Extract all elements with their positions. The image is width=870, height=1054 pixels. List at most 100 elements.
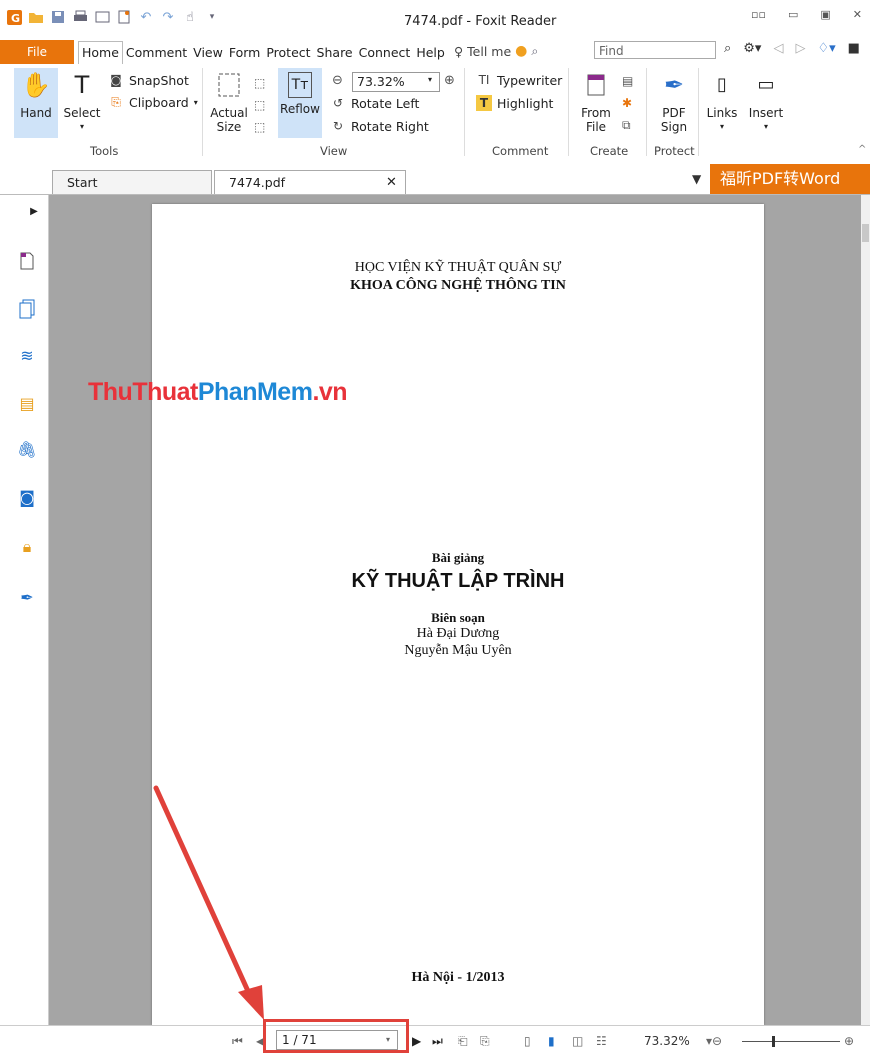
fit-icons: ⬚ ⬚ ⬚ (254, 72, 265, 138)
tools-group-label: Tools (90, 144, 119, 158)
comments-icon[interactable]: ▤ (16, 392, 38, 414)
watermark-logo: ThuThuatPhanMem.vn (88, 378, 348, 407)
tab-protect[interactable]: Protect (263, 45, 313, 60)
fit-width-icon[interactable]: ⬚ (254, 94, 265, 116)
print-icon[interactable] (72, 9, 88, 25)
tab-comment[interactable]: Comment (123, 45, 190, 60)
convert-to-word-banner[interactable]: 福昕PDF转Word (710, 164, 870, 194)
lightbulb-icon: ♀ (454, 43, 464, 59)
customize-dropdown-icon[interactable]: ▾ (204, 9, 220, 25)
zoom-slider[interactable] (742, 1041, 840, 1042)
scrollbar-thumb[interactable] (862, 224, 869, 242)
camera-icon: ◙ (110, 73, 122, 87)
like-icon[interactable]: ● (515, 43, 527, 59)
next-view-icon[interactable]: ⎘ (480, 1034, 490, 1049)
continuous-facing-icon[interactable]: ☷ (596, 1034, 607, 1048)
security-lock-icon[interactable]: 🔒︎ (16, 536, 38, 558)
user-icon[interactable]: ■ (848, 41, 860, 56)
last-page-icon[interactable]: ⏭ (432, 1034, 443, 1049)
status-zoom-label[interactable]: 73.32% (644, 1034, 690, 1048)
highlight-icon: T (476, 95, 492, 111)
file-tab[interactable]: File (0, 40, 74, 64)
save-icon[interactable] (50, 9, 66, 25)
from-file-button[interactable]: From File (574, 68, 618, 134)
actual-size-button[interactable]: Actual Size (207, 68, 251, 134)
combine-icon[interactable]: ⧉ (622, 114, 633, 136)
zoom-out-icon[interactable]: ⊖ (332, 73, 343, 88)
clipboard-button[interactable]: ⎘ Clipboard ▾ (108, 94, 198, 110)
settings-icon[interactable]: ⚙▾ (743, 41, 761, 56)
redo-icon[interactable]: ↷ (160, 9, 176, 25)
tab-connect[interactable]: Connect (356, 45, 414, 60)
screen-icon[interactable] (94, 9, 110, 25)
continuous-page-icon[interactable]: ▮ (548, 1034, 555, 1048)
search-doc-icon[interactable]: ⌕ (531, 43, 538, 59)
rotate-right-button[interactable]: ↻ Rotate Right (330, 118, 429, 134)
undo-icon[interactable]: ↶ (138, 9, 154, 25)
select-button[interactable]: T Select ▾ (60, 68, 104, 134)
quick-access-toolbar: G ↶ ↷ ☝ ▾ (6, 9, 220, 25)
hand-button[interactable]: ✋ Hand (14, 68, 58, 138)
forward-icon[interactable]: ▷ (795, 41, 805, 56)
close-tab-icon[interactable]: ✕ (386, 175, 397, 190)
zoom-dropdown-icon[interactable]: ▾ (428, 75, 432, 84)
links-button[interactable]: ▯ Links ▾ (704, 68, 740, 134)
open-icon[interactable] (28, 9, 44, 25)
fit-visible-icon[interactable]: ⬚ (254, 116, 265, 138)
tab-list-dropdown-icon[interactable]: ▼ (692, 172, 701, 186)
blank-page-icon[interactable]: ▤ (622, 70, 633, 92)
new-icon[interactable] (116, 9, 132, 25)
tab-document[interactable]: 7474.pdf (214, 170, 406, 194)
tab-home[interactable]: Home (78, 40, 123, 64)
single-page-icon[interactable]: ▯ (524, 1034, 531, 1048)
separator (202, 68, 203, 156)
insert-button[interactable]: ▭ Insert ▾ (746, 68, 786, 134)
snapshot-button[interactable]: ◙ SnapShot (108, 72, 189, 88)
facing-page-icon[interactable]: ◫ (572, 1034, 583, 1048)
tab-share[interactable]: Share (314, 45, 356, 60)
zoom-slider-thumb[interactable] (772, 1036, 775, 1047)
watermark-part-3: .vn (312, 378, 348, 406)
back-icon[interactable]: ◁ (773, 41, 783, 56)
first-page-icon[interactable]: ⏮ (232, 1034, 243, 1049)
zoom-in-icon[interactable]: ⊕ (444, 73, 455, 88)
rotate-right-label: Rotate Right (351, 118, 429, 134)
highlight-button[interactable]: T Highlight (476, 95, 553, 111)
minimize-button[interactable]: ▭ (788, 8, 798, 21)
close-button[interactable]: ✕ (853, 8, 862, 21)
attachment-icon[interactable]: 🖇 (16, 438, 38, 460)
previous-view-icon[interactable]: ⎗ (458, 1034, 468, 1049)
zoom-options-dropdown-icon[interactable]: ▾⊖ (706, 1034, 722, 1048)
bell-icon[interactable]: ♢▾ (817, 41, 835, 56)
tell-me[interactable]: ♀ Tell me ● ⌕ (454, 43, 538, 59)
author-1: Hà Đại Dương (416, 626, 500, 641)
collapse-ribbon-icon[interactable]: ^ (858, 144, 866, 155)
new-page-icon[interactable]: ✱ (622, 92, 633, 114)
zoom-in-status-icon[interactable]: ⊕ (844, 1034, 854, 1048)
restore-button[interactable]: ▣ (820, 8, 830, 21)
vertical-scrollbar[interactable] (861, 195, 870, 1025)
zoom-select[interactable]: 73.32% (352, 72, 440, 92)
layers-icon[interactable]: ≋ (16, 344, 38, 366)
layout-icon[interactable]: ▫▫ (751, 8, 766, 21)
find-input[interactable]: Find (594, 41, 716, 59)
signature-panel-icon[interactable]: ◙ (16, 486, 38, 508)
tab-view[interactable]: View (190, 45, 226, 60)
next-page-icon[interactable]: ▶ (412, 1034, 421, 1048)
tab-help[interactable]: Help (413, 45, 448, 60)
from-file-icon (581, 68, 611, 102)
reflow-button[interactable]: Tт Reflow (278, 68, 322, 138)
rotate-left-button[interactable]: ↺ Rotate Left (330, 95, 419, 111)
expand-panel-icon[interactable]: ▶ (28, 200, 40, 222)
pdf-sign-button[interactable]: ✒ PDF Sign (652, 68, 696, 134)
tab-form[interactable]: Form (226, 45, 264, 60)
search-icon[interactable]: ⌕ (724, 41, 731, 56)
digital-signature-icon[interactable]: ✒ (16, 586, 38, 608)
page-icon[interactable] (16, 250, 38, 272)
hand-tool-icon[interactable]: ☝ (182, 9, 198, 25)
typewriter-button[interactable]: TI Typewriter (476, 72, 563, 88)
pages-thumbnail-icon[interactable] (16, 298, 38, 320)
tab-start[interactable]: Start (52, 170, 212, 194)
foxit-logo-icon[interactable]: G (6, 9, 22, 25)
fit-page-icon[interactable]: ⬚ (254, 72, 265, 94)
